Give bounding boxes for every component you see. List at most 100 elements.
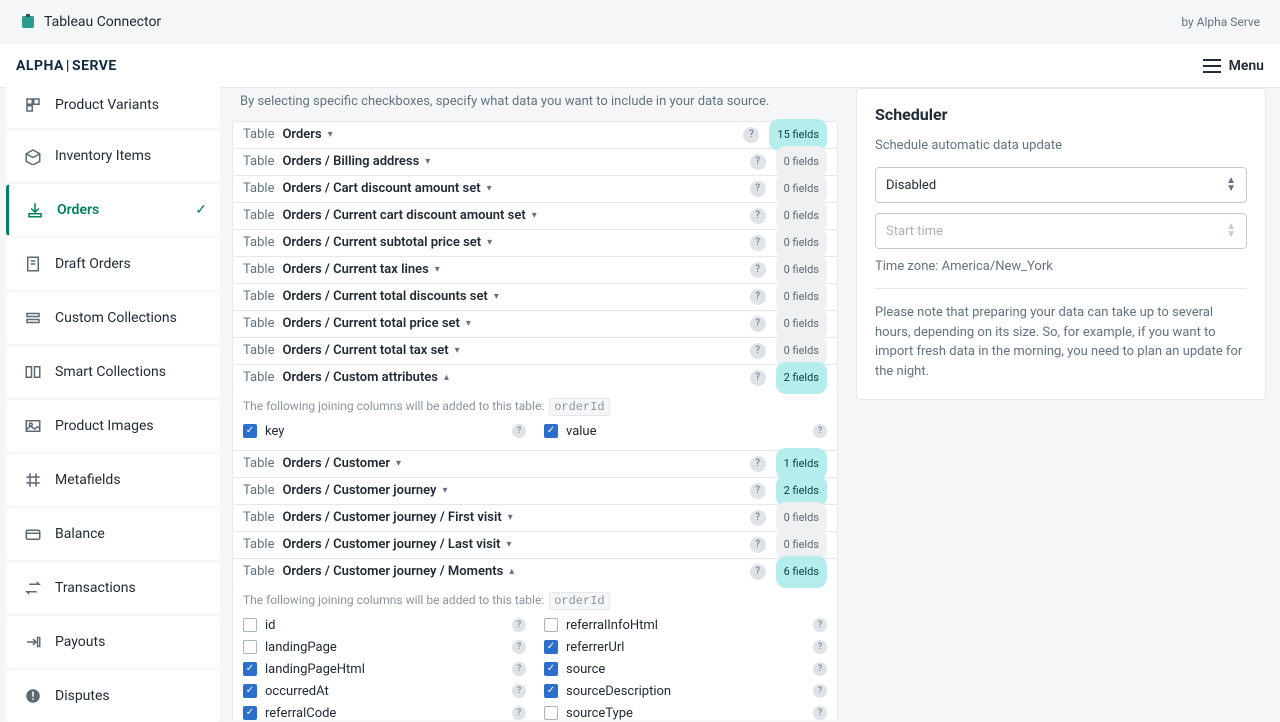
field-checkbox[interactable] bbox=[544, 618, 558, 632]
field-checkbox[interactable] bbox=[243, 706, 257, 720]
join-note: The following joining columns will be ad… bbox=[243, 397, 827, 420]
sidebar-item-disputes[interactable]: Disputes bbox=[6, 670, 220, 722]
field-checkbox[interactable] bbox=[544, 706, 558, 720]
help-icon[interactable]: ? bbox=[512, 662, 526, 676]
table-row[interactable]: TableOrders / Current tax lines▾?0 field… bbox=[232, 256, 838, 284]
sidebar-item-custom-collections[interactable]: Custom Collections bbox=[6, 292, 220, 344]
caret-down-icon: ▾ bbox=[396, 450, 401, 478]
sidebar-item-draft-orders[interactable]: Draft Orders bbox=[6, 238, 220, 290]
sidebar-item-product-images[interactable]: Product Images bbox=[6, 400, 220, 452]
help-icon[interactable]: ? bbox=[813, 618, 827, 632]
table-label: Table bbox=[243, 310, 274, 338]
help-icon[interactable]: ? bbox=[750, 537, 766, 553]
help-icon[interactable]: ? bbox=[750, 316, 766, 332]
field-checkbox[interactable] bbox=[544, 662, 558, 676]
table-row[interactable]: TableOrders / Billing address▾?0 fields bbox=[232, 148, 838, 176]
help-icon[interactable]: ? bbox=[750, 510, 766, 526]
field-row: landingPage? bbox=[243, 636, 526, 658]
help-icon[interactable]: ? bbox=[750, 262, 766, 278]
help-icon[interactable]: ? bbox=[750, 343, 766, 359]
help-icon[interactable]: ? bbox=[813, 706, 827, 720]
table-label: Table bbox=[243, 175, 274, 203]
field-label: referralInfoHtml bbox=[566, 618, 658, 633]
sidebar-item-product-variants[interactable]: Product Variants bbox=[6, 82, 220, 128]
help-icon[interactable]: ? bbox=[750, 154, 766, 170]
table-row[interactable]: TableOrders / Current total price set▾?0… bbox=[232, 310, 838, 338]
table-label: Table bbox=[243, 148, 274, 176]
table-row[interactable]: TableOrders / Current total tax set▾?0 f… bbox=[232, 337, 838, 365]
sidebar-item-metafields[interactable]: Metafields bbox=[6, 454, 220, 506]
field-label: sourceType bbox=[566, 706, 633, 721]
table-name: Orders / Customer journey / Moments bbox=[282, 558, 503, 586]
sidebar-item-smart-collections[interactable]: Smart Collections bbox=[6, 346, 220, 398]
help-icon[interactable]: ? bbox=[512, 618, 526, 632]
scheduler-start-select[interactable]: Start time ▲▼ bbox=[875, 213, 1247, 249]
table-row[interactable]: TableOrders / Current subtotal price set… bbox=[232, 229, 838, 257]
sidebar-item-payouts[interactable]: Payouts bbox=[6, 616, 220, 668]
table-label: Table bbox=[243, 531, 274, 559]
app-byline: by Alpha Serve bbox=[1181, 15, 1260, 29]
table-label: Table bbox=[243, 504, 274, 532]
table-row[interactable]: TableOrders / Cart discount amount set▾?… bbox=[232, 175, 838, 203]
help-icon[interactable]: ? bbox=[750, 235, 766, 251]
field-row: referrerUrl? bbox=[544, 636, 827, 658]
table-label: Table bbox=[243, 121, 274, 149]
field-checkbox[interactable] bbox=[544, 424, 558, 438]
table-name: Orders / Billing address bbox=[282, 148, 419, 176]
field-checkbox[interactable] bbox=[243, 424, 257, 438]
caret-down-icon: ▾ bbox=[425, 148, 430, 176]
table-row[interactable]: TableOrders / Custom attributes▴?2 field… bbox=[232, 364, 838, 392]
sidebar-item-orders[interactable]: Orders ✓ bbox=[6, 184, 220, 236]
sidebar-item-inventory[interactable]: Inventory Items bbox=[6, 130, 220, 182]
table-row[interactable]: TableOrders / Customer journey / Moments… bbox=[232, 558, 838, 586]
field-row: referralInfoHtml? bbox=[544, 614, 827, 636]
help-icon[interactable]: ? bbox=[743, 127, 759, 143]
sort-icon: ▲▼ bbox=[1226, 223, 1236, 239]
field-checkbox[interactable] bbox=[243, 618, 257, 632]
table-row[interactable]: TableOrders / Customer journey / Last vi… bbox=[232, 531, 838, 559]
images-icon bbox=[23, 416, 43, 436]
field-checkbox[interactable] bbox=[243, 662, 257, 676]
app-icon bbox=[20, 14, 36, 30]
help-icon[interactable]: ? bbox=[813, 424, 827, 438]
field-checkbox[interactable] bbox=[243, 640, 257, 654]
check-icon: ✓ bbox=[195, 202, 207, 218]
table-name: Orders / Current total price set bbox=[282, 310, 459, 338]
table-row[interactable]: TableOrders / Current cart discount amou… bbox=[232, 202, 838, 230]
help-icon[interactable]: ? bbox=[750, 564, 766, 580]
table-row[interactable]: TableOrders / Current total discounts se… bbox=[232, 283, 838, 311]
help-icon[interactable]: ? bbox=[750, 208, 766, 224]
field-checkbox[interactable] bbox=[243, 684, 257, 698]
help-icon[interactable]: ? bbox=[813, 662, 827, 676]
help-icon[interactable]: ? bbox=[750, 181, 766, 197]
caret-up-icon: ▴ bbox=[509, 558, 514, 586]
table-label: Table bbox=[243, 229, 274, 257]
field-checkbox[interactable] bbox=[544, 684, 558, 698]
help-icon[interactable]: ? bbox=[813, 640, 827, 654]
sidebar-item-balance[interactable]: Balance bbox=[6, 508, 220, 560]
table-row[interactable]: TableOrders / Customer journey / First v… bbox=[232, 504, 838, 532]
help-icon[interactable]: ? bbox=[512, 706, 526, 720]
menu-icon bbox=[1203, 59, 1221, 73]
field-row: id? bbox=[243, 614, 526, 636]
table-row[interactable]: TableOrders / Customer journey▾?2 fields bbox=[232, 477, 838, 505]
help-icon[interactable]: ? bbox=[750, 370, 766, 386]
help-icon[interactable]: ? bbox=[512, 684, 526, 698]
sort-icon: ▲▼ bbox=[1226, 177, 1236, 193]
menu-button[interactable]: Menu bbox=[1203, 58, 1264, 74]
help-icon[interactable]: ? bbox=[750, 456, 766, 472]
field-checkbox[interactable] bbox=[544, 640, 558, 654]
balance-icon bbox=[23, 524, 43, 544]
help-icon[interactable]: ? bbox=[512, 424, 526, 438]
field-label: id bbox=[265, 618, 276, 633]
table-row[interactable]: TableOrders / Customer▾?1 fields bbox=[232, 450, 838, 478]
table-row[interactable]: TableOrders▾?15 fields bbox=[232, 121, 838, 149]
help-icon[interactable]: ? bbox=[813, 684, 827, 698]
help-icon[interactable]: ? bbox=[750, 289, 766, 305]
scheduler-mode-select[interactable]: Disabled ▲▼ bbox=[875, 167, 1247, 203]
help-icon[interactable]: ? bbox=[512, 640, 526, 654]
help-icon[interactable]: ? bbox=[750, 483, 766, 499]
expanded-fields: The following joining columns will be ad… bbox=[232, 391, 838, 451]
table-name: Orders / Current cart discount amount se… bbox=[282, 202, 525, 230]
sidebar-item-transactions[interactable]: Transactions bbox=[6, 562, 220, 614]
